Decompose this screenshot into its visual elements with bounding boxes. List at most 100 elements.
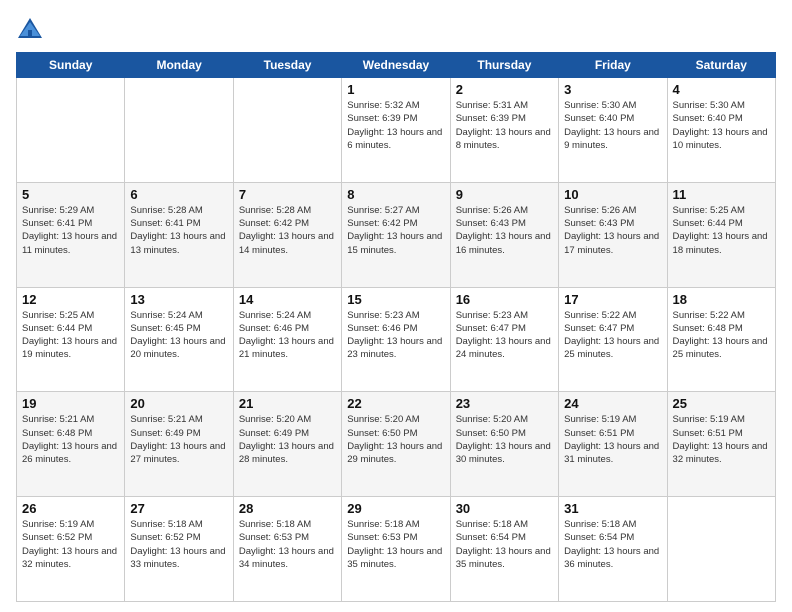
day-number: 10 (564, 187, 661, 202)
day-info: Sunrise: 5:31 AM Sunset: 6:39 PM Dayligh… (456, 99, 553, 152)
day-info: Sunrise: 5:25 AM Sunset: 6:44 PM Dayligh… (673, 204, 770, 257)
day-info: Sunrise: 5:24 AM Sunset: 6:46 PM Dayligh… (239, 309, 336, 362)
day-info: Sunrise: 5:19 AM Sunset: 6:51 PM Dayligh… (564, 413, 661, 466)
day-info: Sunrise: 5:27 AM Sunset: 6:42 PM Dayligh… (347, 204, 444, 257)
day-info: Sunrise: 5:28 AM Sunset: 6:42 PM Dayligh… (239, 204, 336, 257)
weekday-header-thursday: Thursday (450, 53, 558, 78)
calendar-cell: 21Sunrise: 5:20 AM Sunset: 6:49 PM Dayli… (233, 392, 341, 497)
day-number: 12 (22, 292, 119, 307)
day-info: Sunrise: 5:18 AM Sunset: 6:54 PM Dayligh… (564, 518, 661, 571)
calendar-cell: 26Sunrise: 5:19 AM Sunset: 6:52 PM Dayli… (17, 497, 125, 602)
day-number: 2 (456, 82, 553, 97)
day-info: Sunrise: 5:26 AM Sunset: 6:43 PM Dayligh… (456, 204, 553, 257)
calendar-cell (125, 78, 233, 183)
day-info: Sunrise: 5:18 AM Sunset: 6:54 PM Dayligh… (456, 518, 553, 571)
weekday-header-friday: Friday (559, 53, 667, 78)
calendar-week-3: 12 Sunrise: 5:25 AM Sunset: 6:44 PM Dayli… (17, 287, 776, 392)
calendar-cell: 16 Sunrise: 5:23 AM Sunset: 6:47 PM Dayli… (450, 287, 558, 392)
day-number: 6 (130, 187, 227, 202)
day-number: 4 (673, 82, 770, 97)
day-number: 20 (130, 396, 227, 411)
calendar-week-4: 19 Sunrise: 5:21 AM Sunset: 6:48 PM Dayli… (17, 392, 776, 497)
calendar-cell: 14 Sunrise: 5:24 AM Sunset: 6:46 PM Dayli… (233, 287, 341, 392)
day-info: Sunrise: 5:20 AM Sunset: 6:50 PM Dayligh… (456, 413, 553, 466)
calendar-cell: 28 Sunrise: 5:18 AM Sunset: 6:53 PM Dayli… (233, 497, 341, 602)
calendar-cell: 31 Sunrise: 5:18 AM Sunset: 6:54 PM Dayli… (559, 497, 667, 602)
day-info: Sunrise: 5:22 AM Sunset: 6:48 PM Dayligh… (673, 309, 770, 362)
day-info: Sunrise: 5:30 AM Sunset: 6:40 PM Dayligh… (564, 99, 661, 152)
calendar-week-2: 5 Sunrise: 5:29 AM Sunset: 6:41 PM Daylig… (17, 182, 776, 287)
day-info: Sunrise: 5:20 AM Sunset: 6:49 PM Dayligh… (239, 413, 336, 466)
day-number: 19 (22, 396, 119, 411)
day-number: 24 (564, 396, 661, 411)
calendar-cell: 10 Sunrise: 5:26 AM Sunset: 6:43 PM Dayli… (559, 182, 667, 287)
calendar-cell: 1 Sunrise: 5:32 AM Sunset: 6:39 PM Daylig… (342, 78, 450, 183)
calendar-cell: 25 Sunrise: 5:19 AM Sunset: 6:51 PM Dayli… (667, 392, 775, 497)
day-number: 13 (130, 292, 227, 307)
day-info: Sunrise: 5:25 AM Sunset: 6:44 PM Dayligh… (22, 309, 119, 362)
weekday-header-saturday: Saturday (667, 53, 775, 78)
day-info: Sunrise: 5:18 AM Sunset: 6:53 PM Dayligh… (239, 518, 336, 571)
calendar-cell: 20 Sunrise: 5:21 AM Sunset: 6:49 PM Dayli… (125, 392, 233, 497)
day-info: Sunrise: 5:21 AM Sunset: 6:49 PM Dayligh… (130, 413, 227, 466)
day-info: Sunrise: 5:29 AM Sunset: 6:41 PM Dayligh… (22, 204, 119, 257)
weekday-header-wednesday: Wednesday (342, 53, 450, 78)
calendar-cell: 18 Sunrise: 5:22 AM Sunset: 6:48 PM Dayli… (667, 287, 775, 392)
day-info: Sunrise: 5:23 AM Sunset: 6:47 PM Dayligh… (456, 309, 553, 362)
calendar-table: SundayMondayTuesdayWednesdayThursdayFrid… (16, 52, 776, 602)
calendar-cell: 3 Sunrise: 5:30 AM Sunset: 6:40 PM Daylig… (559, 78, 667, 183)
day-info: Sunrise: 5:18 AM Sunset: 6:52 PM Dayligh… (130, 518, 227, 571)
calendar-cell: 5 Sunrise: 5:29 AM Sunset: 6:41 PM Daylig… (17, 182, 125, 287)
day-number: 29 (347, 501, 444, 516)
day-info: Sunrise: 5:19 AM Sunset: 6:51 PM Dayligh… (673, 413, 770, 466)
calendar-cell: 22Sunrise: 5:20 AM Sunset: 6:50 PM Dayli… (342, 392, 450, 497)
day-info: Sunrise: 5:23 AM Sunset: 6:46 PM Dayligh… (347, 309, 444, 362)
day-number: 23 (456, 396, 553, 411)
day-number: 30 (456, 501, 553, 516)
day-info: Sunrise: 5:32 AM Sunset: 6:39 PM Dayligh… (347, 99, 444, 152)
day-info: Sunrise: 5:21 AM Sunset: 6:48 PM Dayligh… (22, 413, 119, 466)
calendar-cell: 4 Sunrise: 5:30 AM Sunset: 6:40 PM Daylig… (667, 78, 775, 183)
calendar-cell: 9 Sunrise: 5:26 AM Sunset: 6:43 PM Daylig… (450, 182, 558, 287)
calendar-cell: 8Sunrise: 5:27 AM Sunset: 6:42 PM Daylig… (342, 182, 450, 287)
day-number: 28 (239, 501, 336, 516)
day-number: 14 (239, 292, 336, 307)
calendar-cell: 13Sunrise: 5:24 AM Sunset: 6:45 PM Dayli… (125, 287, 233, 392)
calendar-cell: 17Sunrise: 5:22 AM Sunset: 6:47 PM Dayli… (559, 287, 667, 392)
day-number: 3 (564, 82, 661, 97)
calendar-cell: 23 Sunrise: 5:20 AM Sunset: 6:50 PM Dayli… (450, 392, 558, 497)
weekday-header-tuesday: Tuesday (233, 53, 341, 78)
day-info: Sunrise: 5:30 AM Sunset: 6:40 PM Dayligh… (673, 99, 770, 152)
day-number: 27 (130, 501, 227, 516)
day-number: 15 (347, 292, 444, 307)
day-info: Sunrise: 5:26 AM Sunset: 6:43 PM Dayligh… (564, 204, 661, 257)
day-number: 18 (673, 292, 770, 307)
calendar-cell: 12 Sunrise: 5:25 AM Sunset: 6:44 PM Dayli… (17, 287, 125, 392)
day-number: 5 (22, 187, 119, 202)
day-number: 26 (22, 501, 119, 516)
weekday-header-sunday: Sunday (17, 53, 125, 78)
day-number: 16 (456, 292, 553, 307)
day-info: Sunrise: 5:28 AM Sunset: 6:41 PM Dayligh… (130, 204, 227, 257)
calendar-cell: 2 Sunrise: 5:31 AM Sunset: 6:39 PM Daylig… (450, 78, 558, 183)
logo (16, 16, 48, 44)
page: SundayMondayTuesdayWednesdayThursdayFrid… (0, 0, 792, 612)
day-info: Sunrise: 5:20 AM Sunset: 6:50 PM Dayligh… (347, 413, 444, 466)
calendar-cell: 30 Sunrise: 5:18 AM Sunset: 6:54 PM Dayli… (450, 497, 558, 602)
calendar-cell: 29 Sunrise: 5:18 AM Sunset: 6:53 PM Dayli… (342, 497, 450, 602)
calendar-week-5: 26Sunrise: 5:19 AM Sunset: 6:52 PM Dayli… (17, 497, 776, 602)
day-number: 1 (347, 82, 444, 97)
weekday-header-monday: Monday (125, 53, 233, 78)
calendar-cell: 6 Sunrise: 5:28 AM Sunset: 6:41 PM Daylig… (125, 182, 233, 287)
day-number: 31 (564, 501, 661, 516)
calendar-cell: 7 Sunrise: 5:28 AM Sunset: 6:42 PM Daylig… (233, 182, 341, 287)
day-number: 9 (456, 187, 553, 202)
day-info: Sunrise: 5:22 AM Sunset: 6:47 PM Dayligh… (564, 309, 661, 362)
logo-icon (16, 16, 44, 44)
calendar-cell: 27 Sunrise: 5:18 AM Sunset: 6:52 PM Dayli… (125, 497, 233, 602)
day-info: Sunrise: 5:18 AM Sunset: 6:53 PM Dayligh… (347, 518, 444, 571)
calendar-week-1: 1 Sunrise: 5:32 AM Sunset: 6:39 PM Daylig… (17, 78, 776, 183)
day-number: 7 (239, 187, 336, 202)
day-number: 25 (673, 396, 770, 411)
calendar-cell (17, 78, 125, 183)
